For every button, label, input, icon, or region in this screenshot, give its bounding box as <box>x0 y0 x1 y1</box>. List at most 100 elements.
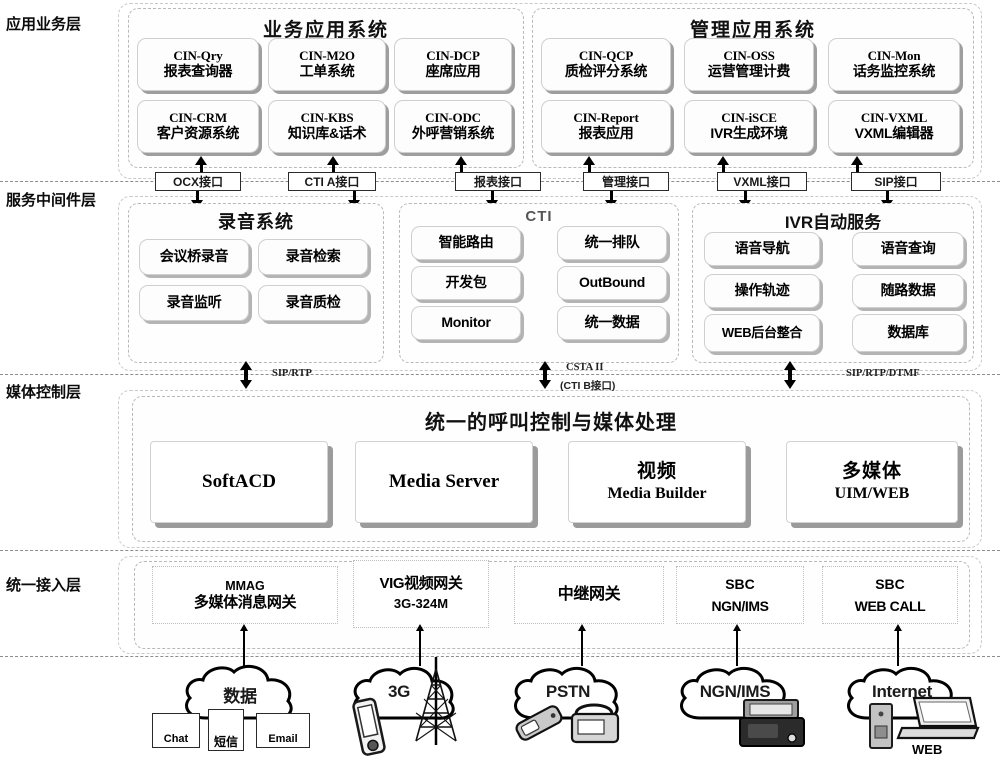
app-node-cin-dcp[interactable]: CIN-DCP 座席应用 <box>394 38 512 91</box>
app-node-code: CIN-Mon <box>867 48 921 64</box>
middleware-node-voice-query[interactable]: 语音查询 <box>852 232 964 266</box>
access-gateway-trunk[interactable]: 中继网关 <box>514 566 664 624</box>
protocol-label-sip-rtp-dtmf: SIP/RTP/DTMF <box>846 368 920 379</box>
app-node-name: 知识库&话术 <box>287 124 367 141</box>
app-node-cin-odc[interactable]: CIN-ODC 外呼营销系统 <box>394 100 512 153</box>
middleware-node-unified-data[interactable]: 统一数据 <box>557 306 667 340</box>
app-node-code: CIN-DCP <box>426 48 480 64</box>
app-node-code: CIN-M2O <box>299 48 355 64</box>
app-node-cin-oss[interactable]: CIN-OSS 运营管理计费 <box>684 38 814 91</box>
media-node-softacd[interactable]: SoftACD <box>150 441 328 523</box>
node-label: 操作轨迹 <box>734 282 790 299</box>
app-node-name: VXML编辑器 <box>854 124 934 141</box>
app-node-name: 报表应用 <box>578 124 634 141</box>
media-node-multimedia-uim-web[interactable]: 多媒体 UIM/WEB <box>786 441 958 523</box>
app-node-cin-mon[interactable]: CIN-Mon 话务监控系统 <box>828 38 960 91</box>
node-label: 语音导航 <box>734 240 790 257</box>
layer-label-media: 媒体控制层 <box>6 384 82 401</box>
middleware-node-sdk[interactable]: 开发包 <box>411 266 521 300</box>
media-node-label: SoftACD <box>202 470 276 492</box>
network-icon-chat: Chat <box>152 713 200 748</box>
interface-sip[interactable]: SIP接口 <box>851 172 941 191</box>
app-node-cin-crm[interactable]: CIN-CRM 客户资源系统 <box>137 100 259 153</box>
middleware-group-cti-title: CTI <box>525 208 553 225</box>
middleware-node-monitor[interactable]: Monitor <box>411 306 521 340</box>
app-node-cin-qcp[interactable]: CIN-QCP 质检评分系统 <box>541 38 671 91</box>
app-node-cin-vxml[interactable]: CIN-VXML VXML编辑器 <box>828 100 960 153</box>
app-node-cin-qry[interactable]: CIN-Qry 报表查询器 <box>137 38 259 91</box>
node-label: OutBound <box>578 274 646 291</box>
gateway-name: WEB CALL <box>854 597 926 614</box>
node-label: 会议桥录音 <box>159 248 229 265</box>
cell-tower-icon <box>415 657 457 745</box>
app-node-code: CIN-VXML <box>860 110 928 126</box>
middleware-node-unified-queue[interactable]: 统一排队 <box>557 226 667 260</box>
app-node-code: CIN-Report <box>573 110 639 126</box>
media-node-label: Media Server <box>388 470 500 492</box>
gateway-code: SBC <box>875 576 905 593</box>
middleware-node-conference-recording[interactable]: 会议桥录音 <box>139 239 249 275</box>
middleware-node-recording-search[interactable]: 录音检索 <box>258 239 368 275</box>
app-node-cin-kbs[interactable]: CIN-KBS 知识库&话术 <box>268 100 386 153</box>
node-label: 录音质检 <box>285 294 341 311</box>
layer-label-middleware: 服务中间件层 <box>6 192 97 209</box>
layer-separator <box>0 550 1000 551</box>
layer-separator <box>0 656 1000 657</box>
node-label: 语音查询 <box>880 240 936 257</box>
node-label: 数据库 <box>887 324 929 341</box>
access-gateway-vig[interactable]: VIG视频网关 3G-324M <box>353 560 489 628</box>
app-node-cin-m2o[interactable]: CIN-M2O 工单系统 <box>268 38 386 91</box>
middleware-group-ivr-title: IVR自动服务 <box>784 213 882 232</box>
app-node-code: CIN-QCP <box>578 48 634 64</box>
protocol-label-csta: CSTA II <box>566 362 604 373</box>
interface-cti-a[interactable]: CTI A接口 <box>288 172 376 191</box>
gateway-extra: 3G-324M <box>393 596 449 612</box>
interface-report[interactable]: 报表接口 <box>455 172 541 191</box>
node-label: 统一数据 <box>584 314 640 331</box>
access-gateway-mmag[interactable]: MMAG 多媒体消息网关 <box>152 566 338 624</box>
gateway-code: SBC <box>725 576 755 593</box>
media-node-label-en: UIM/WEB <box>834 484 910 502</box>
app-node-name: 客户资源系统 <box>156 124 240 141</box>
app-node-name: 报表查询器 <box>163 62 233 79</box>
mobile-phone-icon <box>352 697 386 756</box>
gateway-name: NGN/IMS <box>711 597 769 614</box>
interface-vxml[interactable]: VXML接口 <box>717 172 807 191</box>
middleware-node-database[interactable]: 数据库 <box>852 314 964 352</box>
node-label: 录音检索 <box>285 248 341 265</box>
app-node-code: CIN-ODC <box>425 110 481 126</box>
middleware-node-outbound[interactable]: OutBound <box>557 266 667 300</box>
middleware-node-call-associated-data[interactable]: 随路数据 <box>852 274 964 308</box>
network-cloud-label: 数据 <box>223 687 257 706</box>
ip-phone-icon <box>739 699 805 747</box>
media-node-label-en: Media Builder <box>607 484 707 502</box>
node-label: 开发包 <box>445 274 487 291</box>
middleware-group-recording-title: 录音系统 <box>218 212 294 232</box>
app-node-name: 话务监控系统 <box>852 62 936 79</box>
middleware-node-intelligent-routing[interactable]: 智能路由 <box>411 226 521 260</box>
node-label: 统一排队 <box>584 234 640 251</box>
doc-label: 短信 <box>213 735 238 749</box>
app-node-code: CIN-CRM <box>169 110 227 126</box>
app-node-cin-report[interactable]: CIN-Report 报表应用 <box>541 100 671 153</box>
app-node-cin-isce[interactable]: CIN-iSCE IVR生成环境 <box>684 100 814 153</box>
middleware-node-recording-monitor[interactable]: 录音监听 <box>139 285 249 321</box>
interface-ocx[interactable]: OCX接口 <box>155 172 241 191</box>
middleware-node-web-backend-integration[interactable]: WEB后台整合 <box>704 314 820 352</box>
doc-label: Email <box>268 733 298 745</box>
access-gateway-sbc-web-call[interactable]: SBC WEB CALL <box>822 566 958 624</box>
layer-label-app: 应用业务层 <box>6 16 82 33</box>
node-label: 智能路由 <box>438 234 494 251</box>
app-node-name: 质检评分系统 <box>564 62 648 79</box>
media-node-media-server[interactable]: Media Server <box>355 441 533 523</box>
network-icon-web-label: WEB <box>912 742 943 757</box>
media-node-label-cn: 多媒体 <box>841 461 902 482</box>
middleware-node-operation-trace[interactable]: 操作轨迹 <box>704 274 820 308</box>
middleware-node-voice-navigation[interactable]: 语音导航 <box>704 232 820 266</box>
middleware-node-recording-qc[interactable]: 录音质检 <box>258 285 368 321</box>
access-gateway-sbc-ngn-ims[interactable]: SBC NGN/IMS <box>676 566 804 624</box>
middleware-group-recording: 录音系统 <box>128 203 384 363</box>
app-node-code: CIN-Qry <box>173 48 223 64</box>
media-node-video-media-builder[interactable]: 视频 Media Builder <box>568 441 746 523</box>
interface-manage[interactable]: 管理接口 <box>583 172 669 191</box>
